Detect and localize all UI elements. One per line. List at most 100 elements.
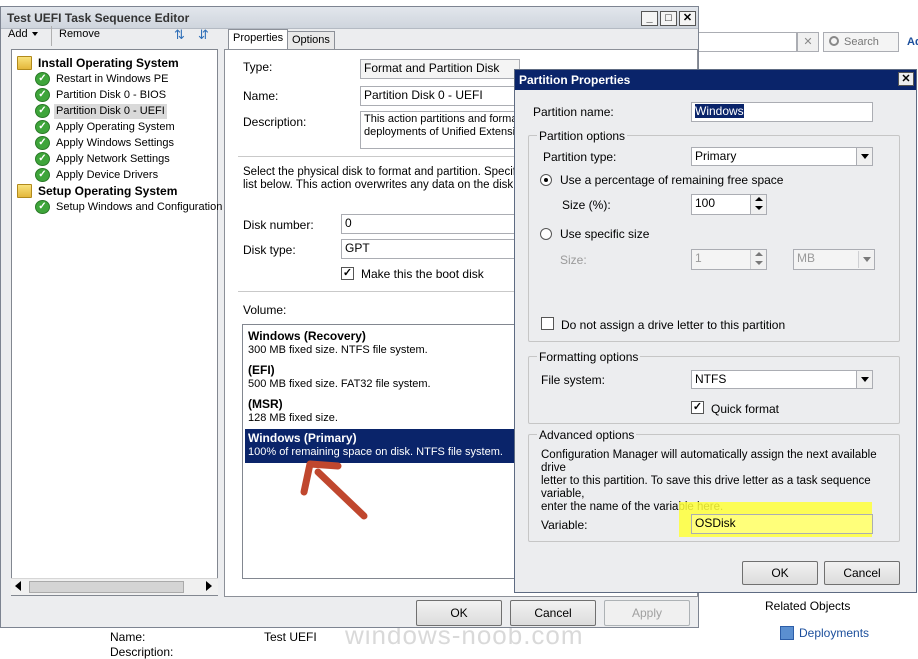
dialog-close-button[interactable]: ✕ (898, 72, 914, 86)
spinner-arrows-icon[interactable] (750, 250, 766, 269)
volume-item[interactable]: (EFI) 500 MB fixed size. FAT32 file syste… (245, 361, 517, 395)
background-search-input[interactable] (697, 32, 797, 52)
advanced-options-title: Advanced options (537, 428, 637, 442)
name-field[interactable]: Partition Disk 0 - UEFI (360, 86, 520, 106)
volume-list[interactable]: Windows (Recovery) 300 MB fixed size. NTF… (242, 324, 518, 579)
tree-item-label: Partition Disk 0 - BIOS (56, 89, 167, 101)
tree-item-label: Restart in Windows PE (56, 73, 169, 85)
size-spinner[interactable]: 1 (691, 249, 767, 270)
quick-format-label: Quick format (711, 402, 780, 416)
deployments-icon (780, 626, 794, 640)
divider (238, 291, 520, 292)
chevron-down-icon (31, 32, 38, 37)
boot-disk-checkbox[interactable]: ✓ (341, 267, 354, 280)
quick-format-checkbox[interactable]: ✓ (691, 401, 704, 414)
annotation-arrow (300, 460, 368, 520)
dialog-ok-button[interactable]: OK (742, 561, 818, 585)
use-percentage-radio[interactable] (540, 174, 552, 186)
use-specific-size-radio[interactable] (540, 228, 552, 240)
check-icon: ✓ (35, 168, 50, 182)
tree-item-label: Apply Network Settings (56, 153, 170, 165)
tree-item-label: Partition Disk 0 - UEFI (54, 104, 167, 119)
dialog-title-bar[interactable]: Partition Properties ✕ (515, 70, 916, 90)
background-name-label: Name: (110, 630, 146, 644)
volume-title: Windows (Recovery) (248, 329, 366, 343)
check-icon: ✓ (35, 136, 50, 150)
clear-search-icon[interactable]: ✕ (797, 32, 819, 52)
folder-icon (17, 184, 32, 198)
add-menu-button[interactable]: Add (8, 28, 38, 40)
tab-options[interactable]: Options (287, 31, 335, 51)
partition-type-select[interactable]: Primary (691, 147, 873, 166)
check-icon: ✓ (35, 88, 50, 102)
cancel-button[interactable]: Cancel (510, 600, 596, 626)
partition-name-field[interactable]: Windows (691, 102, 873, 122)
related-objects-heading: Related Objects (765, 599, 851, 613)
tree-item-label: Setup Operating System (38, 184, 178, 198)
divider (238, 156, 520, 157)
tree-item-label: Install Operating System (38, 56, 179, 70)
size-unit-select[interactable]: MB (793, 249, 875, 270)
size-percent-label: Size (%): (562, 198, 611, 212)
minimize-button[interactable]: _ (641, 11, 658, 26)
volume-detail: 300 MB fixed size. NTFS file system. (248, 344, 428, 356)
no-drive-letter-label: Do not assign a drive letter to this par… (561, 318, 786, 332)
disk-number-field[interactable]: 0 (341, 214, 521, 234)
scroll-thumb[interactable] (29, 581, 184, 593)
boot-disk-label: Make this the boot disk (361, 267, 484, 281)
volume-detail: 100% of remaining space on disk. NTFS fi… (248, 446, 503, 458)
partition-options-title: Partition options (537, 129, 628, 143)
chevron-down-icon (856, 371, 872, 388)
name-label: Name: (243, 89, 279, 103)
description-label: Description: (243, 115, 307, 129)
check-icon: ✓ (35, 200, 50, 214)
tab-properties[interactable]: Properties (228, 29, 289, 50)
type-field: Format and Partition Disk (360, 59, 520, 79)
remove-button[interactable]: Remove (59, 28, 100, 40)
tree-item-label: Apply Operating System (56, 121, 175, 133)
dialog-cancel-button[interactable]: Cancel (824, 561, 900, 585)
tree-horizontal-scrollbar[interactable] (11, 578, 218, 595)
scroll-right-icon[interactable] (206, 581, 212, 591)
volume-item[interactable]: (MSR) 128 MB fixed size. (245, 395, 517, 429)
apply-button[interactable]: Apply (604, 600, 690, 626)
background-ad-link[interactable]: Ad (907, 36, 918, 48)
folder-icon (17, 56, 32, 70)
ok-button[interactable]: OK (416, 600, 502, 626)
size-percent-spinner[interactable]: 100 (691, 194, 767, 215)
description-field[interactable]: This action partitions and format deploy… (360, 111, 520, 149)
chevron-down-icon (858, 251, 874, 268)
chevron-down-icon (856, 148, 872, 165)
volume-title: Windows (Primary) (248, 431, 357, 445)
background-search-button[interactable]: Search (823, 32, 899, 52)
editor-title: Test UEFI Task Sequence Editor (7, 11, 190, 25)
move-up-icon[interactable]: ⇅ (174, 27, 192, 43)
task-sequence-tree[interactable]: Install Operating System ✓ Restart in Wind… (11, 49, 222, 596)
disk-info-text: Select the physical disk to format and p… (243, 166, 519, 191)
use-percentage-label: Use a percentage of remaining free space (560, 173, 784, 187)
no-drive-letter-checkbox[interactable] (541, 317, 554, 330)
use-specific-size-label: Use specific size (560, 227, 650, 241)
deployments-link[interactable]: Deployments (799, 626, 869, 640)
disk-type-select[interactable]: GPT (341, 239, 521, 259)
size-label: Size: (560, 253, 587, 267)
variable-field[interactable]: OSDisk (691, 514, 873, 534)
volume-item[interactable]: Windows (Recovery) 300 MB fixed size. NTF… (245, 327, 517, 361)
type-label: Type: (243, 60, 273, 74)
maximize-button[interactable]: □ (660, 11, 677, 26)
file-system-select[interactable]: NTFS (691, 370, 873, 389)
volume-title: (MSR) (248, 397, 283, 411)
partition-type-label: Partition type: (543, 150, 617, 164)
scroll-left-icon[interactable] (15, 581, 21, 591)
tree-item-label: Apply Windows Settings (56, 137, 174, 149)
editor-title-bar[interactable]: Test UEFI Task Sequence Editor _ □ ✕ (1, 7, 698, 29)
disk-number-label: Disk number: (243, 218, 314, 232)
tree-item-label: Setup Windows and Configuration (56, 201, 223, 213)
volume-label: Volume: (243, 303, 287, 317)
toolbar-separator (51, 26, 52, 46)
spinner-arrows-icon[interactable] (750, 195, 766, 214)
volume-item[interactable]: Windows (Primary) 100% of remaining space… (245, 429, 517, 463)
move-down-icon[interactable]: ⇵ (198, 27, 216, 43)
close-button[interactable]: ✕ (679, 11, 696, 26)
formatting-options-title: Formatting options (537, 350, 641, 364)
